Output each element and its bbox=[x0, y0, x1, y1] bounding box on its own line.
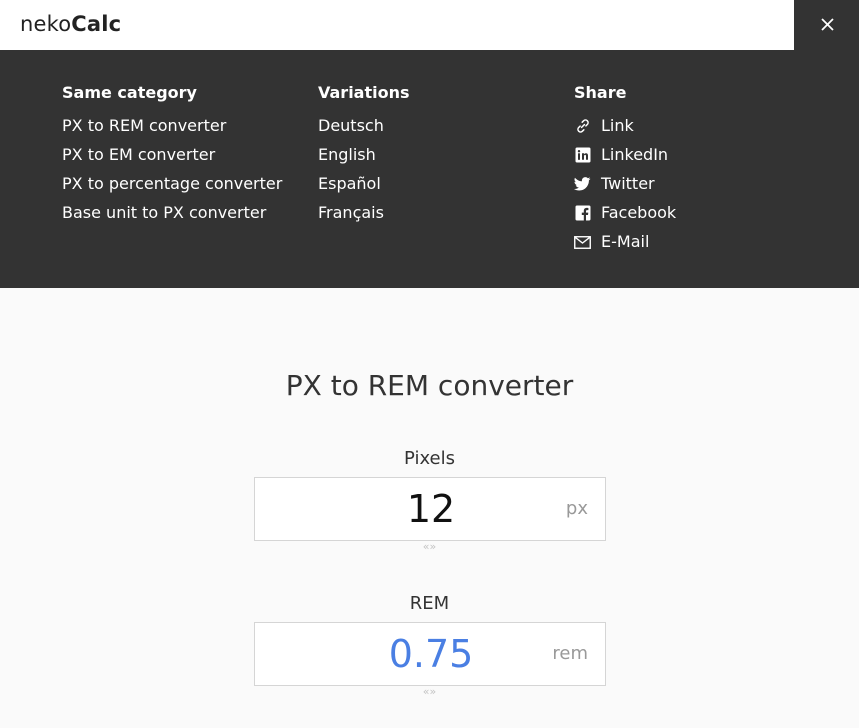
linkedin-icon bbox=[574, 145, 591, 165]
pixels-field[interactable]: 12 px bbox=[254, 477, 606, 541]
menu-link-px-to-percentage[interactable]: PX to percentage converter bbox=[62, 174, 282, 203]
link-icon bbox=[574, 116, 591, 136]
share-column: Share Link LinkedIn Twitter Facebook E-M… bbox=[574, 83, 676, 261]
share-facebook-label: Facebook bbox=[601, 203, 677, 222]
menu-panel: Same category PX to REM converter PX to … bbox=[0, 50, 859, 288]
share-twitter-label: Twitter bbox=[601, 174, 655, 193]
menu-link-px-to-em[interactable]: PX to EM converter bbox=[62, 145, 282, 174]
share-link[interactable]: Link bbox=[574, 116, 676, 145]
page-title: PX to REM converter bbox=[285, 369, 574, 402]
share-link-label: Link bbox=[601, 116, 634, 135]
language-link-espanol[interactable]: Español bbox=[318, 174, 410, 203]
pixels-unit: px bbox=[565, 498, 588, 519]
share-linkedin[interactable]: LinkedIn bbox=[574, 145, 676, 174]
language-link-english[interactable]: English bbox=[318, 145, 410, 174]
logo-light-text: neko bbox=[20, 12, 72, 36]
email-icon bbox=[574, 232, 591, 252]
menu-link-base-unit-to-px[interactable]: Base unit to PX converter bbox=[62, 203, 282, 232]
rem-label: REM bbox=[409, 593, 450, 614]
close-menu-button[interactable] bbox=[794, 0, 859, 50]
pixels-input[interactable]: 12 bbox=[255, 478, 607, 540]
same-category-column: Same category PX to REM converter PX to … bbox=[62, 83, 282, 232]
menu-link-px-to-rem[interactable]: PX to REM converter bbox=[62, 116, 282, 145]
variations-heading: Variations bbox=[318, 83, 410, 102]
pixels-label: Pixels bbox=[403, 448, 455, 469]
rem-unit: rem bbox=[552, 643, 588, 664]
rem-field[interactable]: 0.75 rem bbox=[254, 622, 606, 686]
pixels-swap-handle[interactable]: «» bbox=[0, 541, 859, 553]
share-facebook[interactable]: Facebook bbox=[574, 203, 676, 232]
close-icon bbox=[821, 18, 834, 31]
variations-column: Variations Deutsch English Español Franç… bbox=[318, 83, 410, 232]
logo-bold-text: Calc bbox=[71, 12, 122, 36]
top-bar: nekoCalc bbox=[0, 0, 859, 50]
share-email-label: E-Mail bbox=[601, 232, 650, 251]
share-email[interactable]: E-Mail bbox=[574, 232, 676, 261]
share-linkedin-label: LinkedIn bbox=[601, 145, 669, 164]
rem-swap-handle[interactable]: «» bbox=[0, 686, 859, 698]
language-link-francais[interactable]: Français bbox=[318, 203, 410, 232]
share-heading: Share bbox=[574, 83, 627, 102]
language-link-deutsch[interactable]: Deutsch bbox=[318, 116, 410, 145]
facebook-icon bbox=[574, 203, 591, 223]
same-category-heading: Same category bbox=[62, 83, 197, 102]
twitter-icon bbox=[574, 174, 591, 194]
share-twitter[interactable]: Twitter bbox=[574, 174, 676, 203]
logo[interactable]: nekoCalc bbox=[20, 12, 121, 36]
